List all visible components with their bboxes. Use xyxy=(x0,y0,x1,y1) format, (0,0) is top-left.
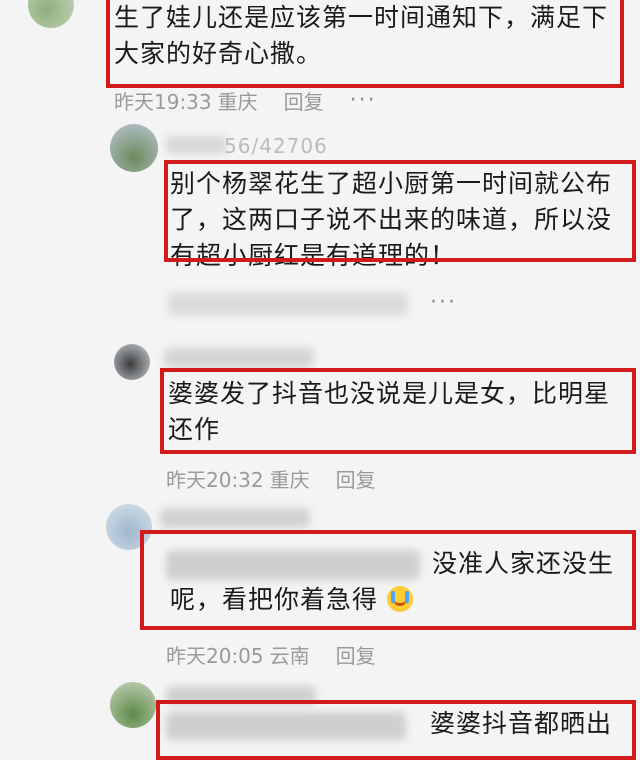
location: 重庆 xyxy=(217,90,258,114)
comment-meta: 昨天19:33 重庆 回复 ··· xyxy=(114,86,377,115)
avatar[interactable] xyxy=(110,682,156,728)
timestamp: 昨天20:32 xyxy=(166,468,264,492)
comment-meta: 昨天20:32 重庆 回复 xyxy=(166,464,376,493)
highlight-box xyxy=(156,700,636,760)
reply-button[interactable]: 回复 xyxy=(336,464,376,493)
blurred-username xyxy=(164,348,314,368)
timestamp: 昨天19:33 xyxy=(114,90,212,114)
more-icon[interactable]: ··· xyxy=(350,88,377,113)
timestamp: 昨天20:05 xyxy=(166,644,264,668)
highlight-box xyxy=(140,530,636,630)
location: 云南 xyxy=(269,644,310,668)
highlight-box xyxy=(106,0,624,88)
avatar[interactable] xyxy=(28,0,74,28)
blurred-username xyxy=(166,136,226,154)
reply-button[interactable]: 回复 xyxy=(284,86,324,115)
reply-button[interactable]: 回复 xyxy=(336,640,376,669)
blurred-meta xyxy=(168,292,408,316)
blurred-username xyxy=(160,508,310,528)
username: 56/42706 xyxy=(224,134,328,158)
highlight-box xyxy=(160,368,636,454)
more-icon[interactable]: ··· xyxy=(430,290,457,315)
highlight-box xyxy=(164,160,636,262)
avatar[interactable] xyxy=(110,124,158,172)
comment-meta: ··· xyxy=(430,290,457,315)
comment-meta: 昨天20:05 云南 回复 xyxy=(166,640,376,669)
location: 重庆 xyxy=(269,468,310,492)
avatar[interactable] xyxy=(114,344,150,380)
